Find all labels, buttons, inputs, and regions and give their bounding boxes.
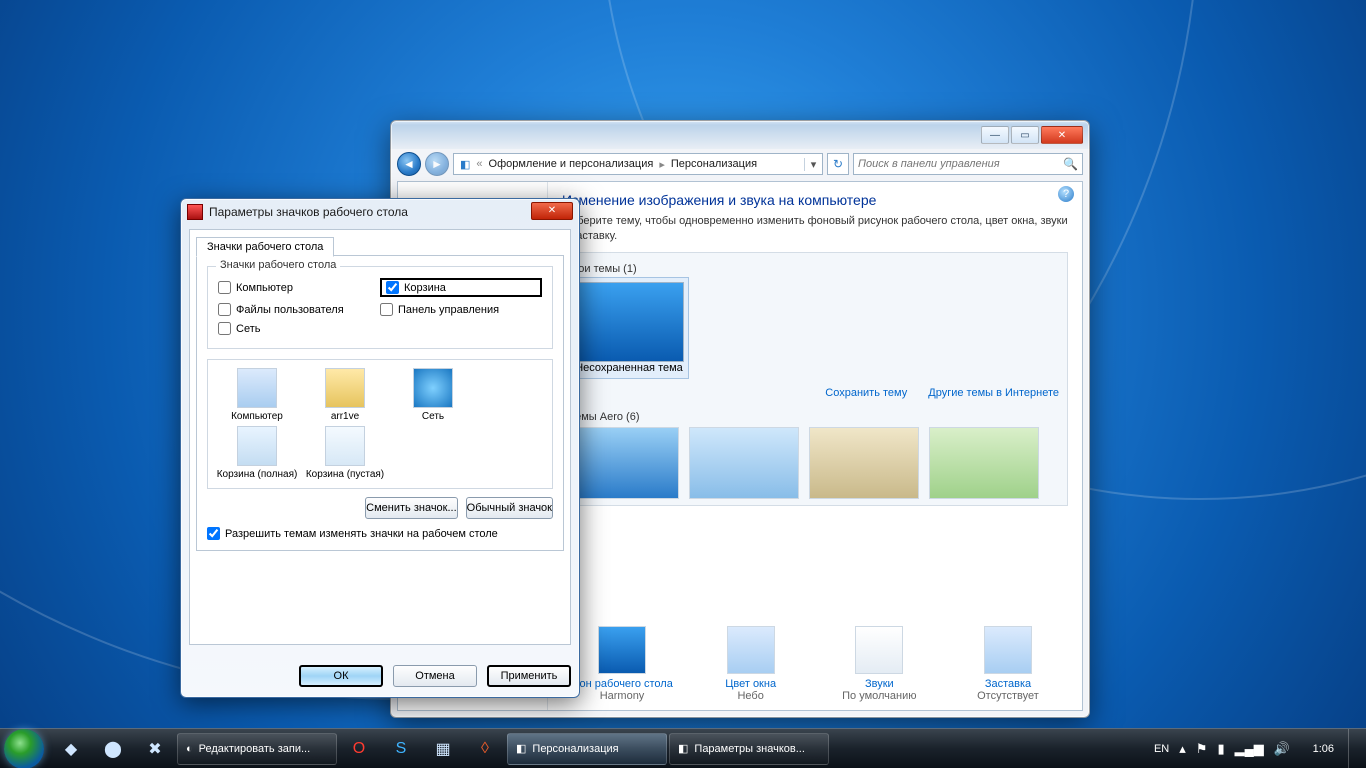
tray-action-center-icon[interactable]: ⚑ <box>1196 741 1208 757</box>
ok-button[interactable]: ОК <box>299 665 383 687</box>
pinned-app2-icon[interactable]: ◊ <box>465 733 505 765</box>
desktop-bg-icon <box>598 626 646 674</box>
help-icon[interactable]: ? <box>1058 186 1074 202</box>
sounds-link[interactable]: ЗвукиПо умолчанию <box>819 626 939 702</box>
theme-item[interactable] <box>809 427 919 499</box>
icon-recycle-full[interactable]: Корзина (полная) <box>216 426 298 480</box>
theme-item[interactable] <box>569 427 679 499</box>
close-button[interactable]: ✕ <box>1041 126 1083 144</box>
icon-user-folder[interactable]: arr1ve <box>304 368 386 422</box>
breadcrumb-seg[interactable]: Персонализация <box>665 158 763 170</box>
nav-bar: ◄ ► ◧ « Оформление и персонализация ▸ Пе… <box>391 149 1089 179</box>
apply-button[interactable]: Применить <box>487 665 571 687</box>
cancel-button[interactable]: Отмена <box>393 665 477 687</box>
titlebar: — ▭ ✕ <box>391 121 1089 149</box>
forward-button[interactable]: ► <box>425 152 449 176</box>
pinned-calculator-icon[interactable]: ▦ <box>423 733 463 765</box>
fieldset-legend: Значки рабочего стола <box>216 259 340 271</box>
change-icon-button[interactable]: Сменить значок... <box>365 497 458 519</box>
chk-control-panel[interactable]: Панель управления <box>380 303 542 316</box>
chk-computer[interactable]: Компьютер <box>218 278 380 297</box>
tray-clock[interactable]: 1:06 <box>1300 743 1334 755</box>
pinned-app-icon[interactable]: ✖ <box>135 733 175 765</box>
search-input[interactable] <box>858 158 1063 170</box>
search-box[interactable]: 🔍 <box>853 153 1083 175</box>
start-button[interactable] <box>4 729 44 768</box>
system-tray: EN ▴ ⚑ ▮ ▂▄▆ 🔊 1:06 <box>1146 741 1342 757</box>
pinned-opera-icon[interactable]: O <box>339 733 379 765</box>
icon-computer[interactable]: Компьютер <box>216 368 298 422</box>
task-chrome[interactable]: ◐Редактировать запи... <box>177 733 337 765</box>
chk-user-files[interactable]: Файлы пользователя <box>218 303 380 316</box>
aero-themes-label: Темы Aero (6) <box>569 411 1061 423</box>
dialog-title-text: Параметры значков рабочего стола <box>209 205 408 219</box>
tray-chevron-icon[interactable]: ▴ <box>1179 741 1186 757</box>
minimize-button[interactable]: — <box>981 126 1009 144</box>
dialog-titlebar: Параметры значков рабочего стола <box>181 199 579 225</box>
lang-indicator[interactable]: EN <box>1154 743 1169 755</box>
tray-volume-icon[interactable]: 🔊 <box>1274 741 1290 757</box>
desktop-icons-dialog: Параметры значков рабочего стола ✕ Значк… <box>180 198 580 698</box>
back-button[interactable]: ◄ <box>397 152 421 176</box>
show-desktop-button[interactable] <box>1348 729 1362 768</box>
theme-thumb <box>574 282 684 362</box>
icon-preview-grid: Компьютер arr1ve Сеть Корзина (полная) К… <box>207 359 553 489</box>
allow-themes-checkbox[interactable]: Разрешить темам изменять значки на рабоч… <box>207 527 553 540</box>
taskbar: ◆ ⬤ ✖ ◐Редактировать запи... O S ▦ ◊ ◧Пе… <box>0 728 1366 768</box>
icon-network[interactable]: Сеть <box>392 368 474 422</box>
window-color-icon <box>727 626 775 674</box>
chk-network[interactable]: Сеть <box>218 322 380 335</box>
tab-desktop-icons[interactable]: Значки рабочего стола <box>196 237 334 257</box>
window-color-link[interactable]: Цвет окнаНебо <box>691 626 811 702</box>
breadcrumb-dropdown[interactable]: ▾ <box>804 158 822 171</box>
task-personalization[interactable]: ◧Персонализация <box>507 733 667 765</box>
refresh-button[interactable]: ↻ <box>827 153 849 175</box>
save-theme-link[interactable]: Сохранить тему <box>825 387 907 399</box>
theme-name: Несохраненная тема <box>574 362 684 374</box>
search-icon: 🔍 <box>1063 157 1078 171</box>
pinned-teamspeak-icon[interactable]: ⬤ <box>93 733 133 765</box>
breadcrumb[interactable]: ◧ « Оформление и персонализация ▸ Персон… <box>453 153 823 175</box>
maximize-button[interactable]: ▭ <box>1011 126 1039 144</box>
chk-recycle-bin[interactable]: Корзина <box>380 278 542 297</box>
screensaver-link[interactable]: ЗаставкаОтсутствует <box>948 626 1068 702</box>
icons-fieldset: Значки рабочего стола Компьютер Корзина … <box>207 266 553 349</box>
task-desktop-icons-dialog[interactable]: ◧Параметры значков... <box>669 733 829 765</box>
pinned-skype-icon[interactable]: S <box>381 733 421 765</box>
main-pane: ? Изменение изображения и звука на компь… <box>548 182 1082 710</box>
desktop-background-link[interactable]: Фон рабочего столаHarmony <box>562 626 682 702</box>
theme-item[interactable] <box>929 427 1039 499</box>
tray-battery-icon[interactable]: ▮ <box>1217 741 1224 757</box>
dialog-icon <box>187 204 203 220</box>
page-subtext: Выберите тему, чтобы одновременно измени… <box>562 214 1068 244</box>
theme-item-selected[interactable]: Несохраненная тема <box>569 277 689 379</box>
pinned-steam-icon[interactable]: ◆ <box>51 733 91 765</box>
dialog-close-button[interactable]: ✕ <box>531 202 573 220</box>
sounds-icon <box>855 626 903 674</box>
breadcrumb-seg[interactable]: Оформление и персонализация <box>483 158 660 170</box>
more-themes-link[interactable]: Другие темы в Интернете <box>928 387 1059 399</box>
screensaver-icon <box>984 626 1032 674</box>
theme-item[interactable] <box>689 427 799 499</box>
my-themes-label: Мои темы (1) <box>569 263 1061 275</box>
icon-recycle-empty[interactable]: Корзина (пустая) <box>304 426 386 480</box>
tray-network-icon[interactable]: ▂▄▆ <box>1235 741 1264 757</box>
page-title: Изменение изображения и звука на компьют… <box>562 192 1068 208</box>
restore-default-button[interactable]: Обычный значок <box>466 497 553 519</box>
